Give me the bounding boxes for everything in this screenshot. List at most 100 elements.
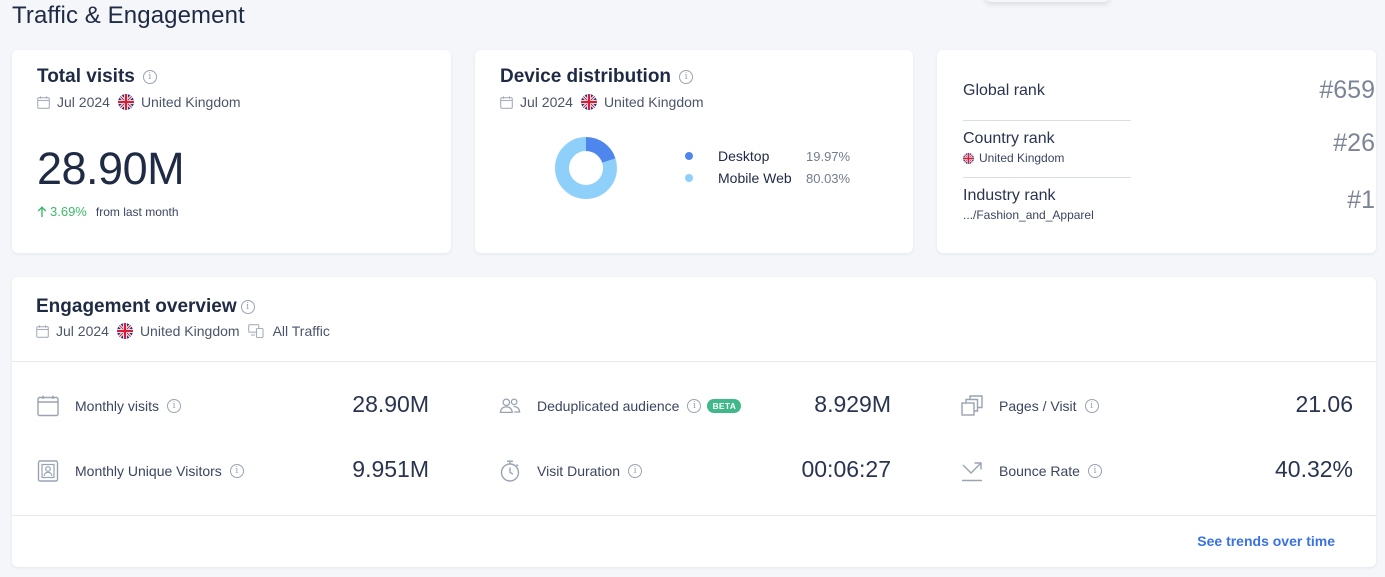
rank-value: #659 — [1319, 76, 1375, 104]
rank-label: Country rank — [963, 130, 1055, 147]
device-distribution-title: Device distribution — [500, 66, 672, 87]
monthly-unique-visitors-value: 9.951M — [352, 456, 429, 482]
metric-label-text: Monthly visits — [75, 398, 160, 414]
uk-flag-icon — [963, 152, 974, 164]
people-icon — [499, 395, 521, 417]
industry-rank-row[interactable]: Industry rank .../Fashion_and_Apparel #1 — [963, 186, 1375, 222]
engagement-header-divider — [12, 361, 1376, 362]
info-icon[interactable]: i — [167, 399, 182, 413]
rank-divider — [963, 120, 1131, 121]
info-icon[interactable]: i — [628, 464, 643, 478]
uk-flag-icon — [116, 323, 133, 339]
beta-badge: BETA — [707, 399, 742, 413]
country-text: United Kingdom — [140, 94, 241, 110]
device-donut-chart[interactable] — [554, 136, 618, 200]
monthly-visits-value: 28.90M — [352, 391, 429, 417]
metric-label: Monthly visits i — [75, 398, 182, 414]
metric-label: Pages / Visit i — [999, 398, 1099, 414]
page-title: Traffic & Engagement — [12, 2, 245, 29]
global-rank-row[interactable]: Global rank #659 — [963, 76, 1375, 104]
rank-label: Global rank — [963, 82, 1045, 99]
uk-flag-icon — [117, 94, 134, 110]
device-distribution-card: Device distribution i Jul 2024 United Ki… — [475, 50, 913, 253]
stopwatch-icon — [499, 460, 521, 482]
country-item: United Kingdom — [116, 323, 240, 339]
top-floating-element — [985, 0, 1110, 2]
metric-label-text: Bounce Rate — [999, 463, 1080, 479]
calendar-icon — [37, 395, 59, 417]
period-text: Jul 2024 — [56, 323, 109, 339]
arrow-up-icon — [37, 205, 47, 217]
period-item: Jul 2024 — [36, 323, 109, 339]
pages-per-visit-value: 21.06 — [1295, 391, 1353, 417]
country-text: United Kingdom — [139, 323, 240, 339]
metric-label: Deduplicated audience i BETA — [537, 398, 742, 414]
country-rank-row[interactable]: Country rank United Kingdom #26 — [963, 129, 1375, 165]
rank-sub: United Kingdom — [963, 151, 1375, 165]
info-icon[interactable]: i — [687, 399, 702, 413]
see-trends-link[interactable]: See trends over time — [1197, 533, 1335, 549]
info-icon[interactable]: i — [1084, 399, 1099, 413]
total-visits-title: Total visits — [37, 66, 135, 87]
metric-label: Visit Duration i — [537, 463, 643, 479]
period-item: Jul 2024 — [37, 94, 110, 110]
engagement-title: Engagement overview — [36, 296, 237, 317]
info-icon[interactable]: i — [1087, 464, 1102, 478]
country-item: United Kingdom — [580, 94, 704, 110]
uk-flag-icon — [580, 94, 597, 110]
total-visits-card: Total visits i Jul 2024 United Kingdom 2… — [12, 50, 451, 253]
country-text: United Kingdom — [603, 94, 704, 110]
desktop-dot — [685, 152, 693, 160]
calendar-icon — [36, 324, 49, 338]
metric-monthly-visits[interactable]: Monthly visits i — [37, 395, 182, 417]
legend-value: 19.97% — [806, 148, 851, 164]
metric-deduplicated-audience[interactable]: Deduplicated audience i BETA — [499, 395, 742, 417]
rank-sub-text: .../Fashion_and_Apparel — [963, 208, 1094, 222]
metric-monthly-unique-visitors[interactable]: Monthly Unique Visitors i — [37, 460, 244, 482]
change-text: from last month — [95, 204, 179, 219]
ranks-card: Global rank #659 Country rank United Kin… — [937, 50, 1376, 253]
legend-label: Desktop — [718, 148, 770, 164]
legend-value: 80.03% — [806, 170, 851, 186]
country-item: United Kingdom — [117, 94, 241, 110]
legend-item-mobile-web[interactable]: Mobile Web 80.03% — [685, 167, 850, 189]
metric-label-text: Monthly Unique Visitors — [75, 463, 222, 479]
mobile-web-dot — [685, 174, 693, 182]
period-text: Jul 2024 — [57, 94, 110, 110]
visit-duration-value: 00:06:27 — [801, 456, 891, 482]
info-icon[interactable]: i — [142, 70, 157, 84]
total-visits-title-row: Total visits i — [37, 66, 249, 88]
rank-value: #26 — [1333, 129, 1375, 157]
period-text: Jul 2024 — [520, 94, 573, 110]
rank-label: Industry rank — [963, 187, 1056, 204]
legend-item-desktop[interactable]: Desktop 19.97% — [685, 145, 850, 167]
info-icon[interactable]: i — [240, 300, 255, 314]
period-item: Jul 2024 — [500, 94, 573, 110]
traffic-item: All Traffic — [247, 323, 330, 339]
info-icon[interactable]: i — [229, 464, 244, 478]
deduplicated-audience-value: 8.929M — [814, 391, 891, 417]
total-visits-value: 28.90M — [37, 143, 185, 194]
metric-pages-per-visit[interactable]: Pages / Visit i — [961, 395, 1099, 417]
engagement-meta: Jul 2024 United Kingdom All Traffic — [36, 323, 338, 339]
calendar-icon — [37, 95, 50, 109]
metric-bounce-rate[interactable]: Bounce Rate i — [961, 460, 1102, 482]
metric-label-text: Pages / Visit — [999, 398, 1077, 414]
total-visits-change: 3.69% from last month — [37, 204, 179, 219]
devices-icon — [247, 324, 264, 338]
rank-divider — [963, 177, 1131, 178]
rank-sub: .../Fashion_and_Apparel — [963, 208, 1375, 222]
metric-label: Monthly Unique Visitors i — [75, 463, 244, 479]
calendar-icon — [500, 95, 513, 109]
total-visits-meta: Jul 2024 United Kingdom — [37, 94, 249, 110]
rank-value: #1 — [1347, 186, 1375, 214]
change-percent: 3.69% — [50, 204, 87, 219]
info-icon[interactable]: i — [679, 70, 694, 84]
traffic-text: All Traffic — [272, 323, 330, 339]
engagement-overview-card: Engagement overview i Jul 2024 United Ki… — [12, 277, 1376, 567]
rank-sub-text: United Kingdom — [979, 151, 1065, 165]
device-legend: Desktop 19.97% Mobile Web 80.03% — [685, 145, 850, 189]
metric-visit-duration[interactable]: Visit Duration i — [499, 460, 643, 482]
pages-icon — [961, 395, 983, 417]
metric-label-text: Visit Duration — [537, 463, 621, 479]
